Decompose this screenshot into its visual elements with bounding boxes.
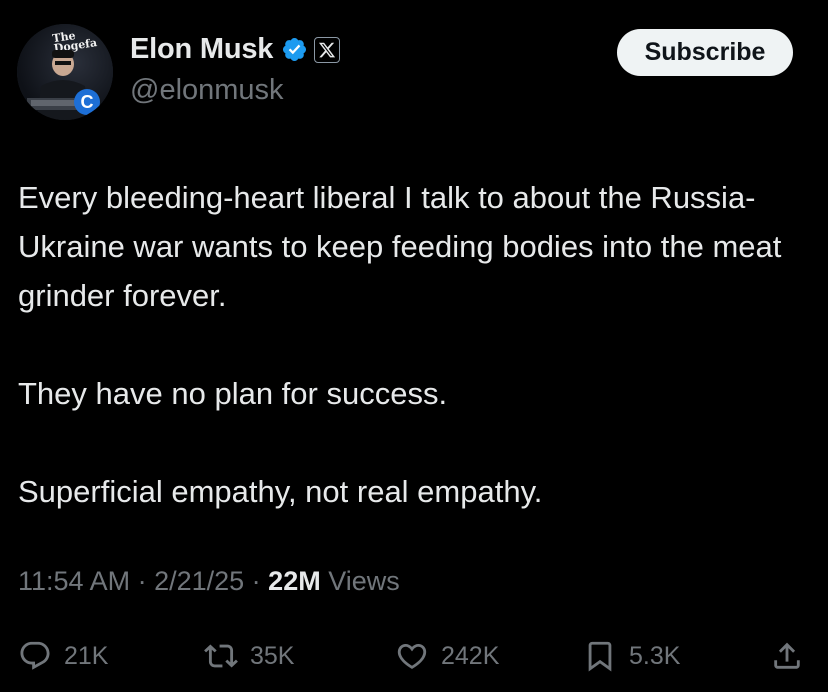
tweet-text: Every bleeding-heart liberal I talk to a… <box>18 173 808 516</box>
tweet-paragraph: They have no plan for success. <box>18 376 448 411</box>
bookmark-count: 5.3K <box>629 641 681 670</box>
subscribe-button[interactable]: Subscribe <box>617 29 793 76</box>
share-icon <box>774 642 800 669</box>
like-button[interactable]: 242K <box>395 632 499 680</box>
like-icon <box>397 643 427 669</box>
reply-icon <box>20 641 50 670</box>
meta-separator: · <box>244 566 269 596</box>
x-logo-icon <box>314 36 341 63</box>
share-button[interactable] <box>770 632 804 680</box>
repost-button[interactable]: 35K <box>204 632 294 680</box>
tweet-paragraph: Every bleeding-heart liberal I talk to a… <box>18 180 782 313</box>
bookmark-icon <box>588 641 612 672</box>
tweet-date[interactable]: 2/21/25 <box>154 566 244 597</box>
action-bar: 21K 35K 242K 5.3K <box>0 632 828 682</box>
repost-icon <box>204 644 238 668</box>
tweet-time[interactable]: 11:54 AM <box>18 566 130 597</box>
tweet-paragraph: Superficial empathy, not real empathy. <box>18 474 543 509</box>
tweet-meta: 11:54 AM · 2/21/25 · 22M Views <box>18 566 400 597</box>
views-count: 22M <box>268 566 321 596</box>
views-label: Views <box>328 566 400 596</box>
meta-separator: · <box>130 566 155 596</box>
bookmark-button[interactable]: 5.3K <box>583 632 680 680</box>
like-count: 242K <box>441 641 500 670</box>
repost-count: 35K <box>250 641 295 670</box>
author-name[interactable]: Elon Musk <box>130 33 273 66</box>
author-name-row: Elon Musk <box>130 33 341 66</box>
author-handle[interactable]: @elonmusk <box>130 74 284 107</box>
avatar-c-badge: C <box>74 89 100 115</box>
reply-count: 21K <box>64 641 109 670</box>
reply-button[interactable]: 21K <box>18 632 108 680</box>
avatar[interactable]: The Dogefa C <box>17 24 113 120</box>
verified-badge-icon <box>283 37 307 62</box>
